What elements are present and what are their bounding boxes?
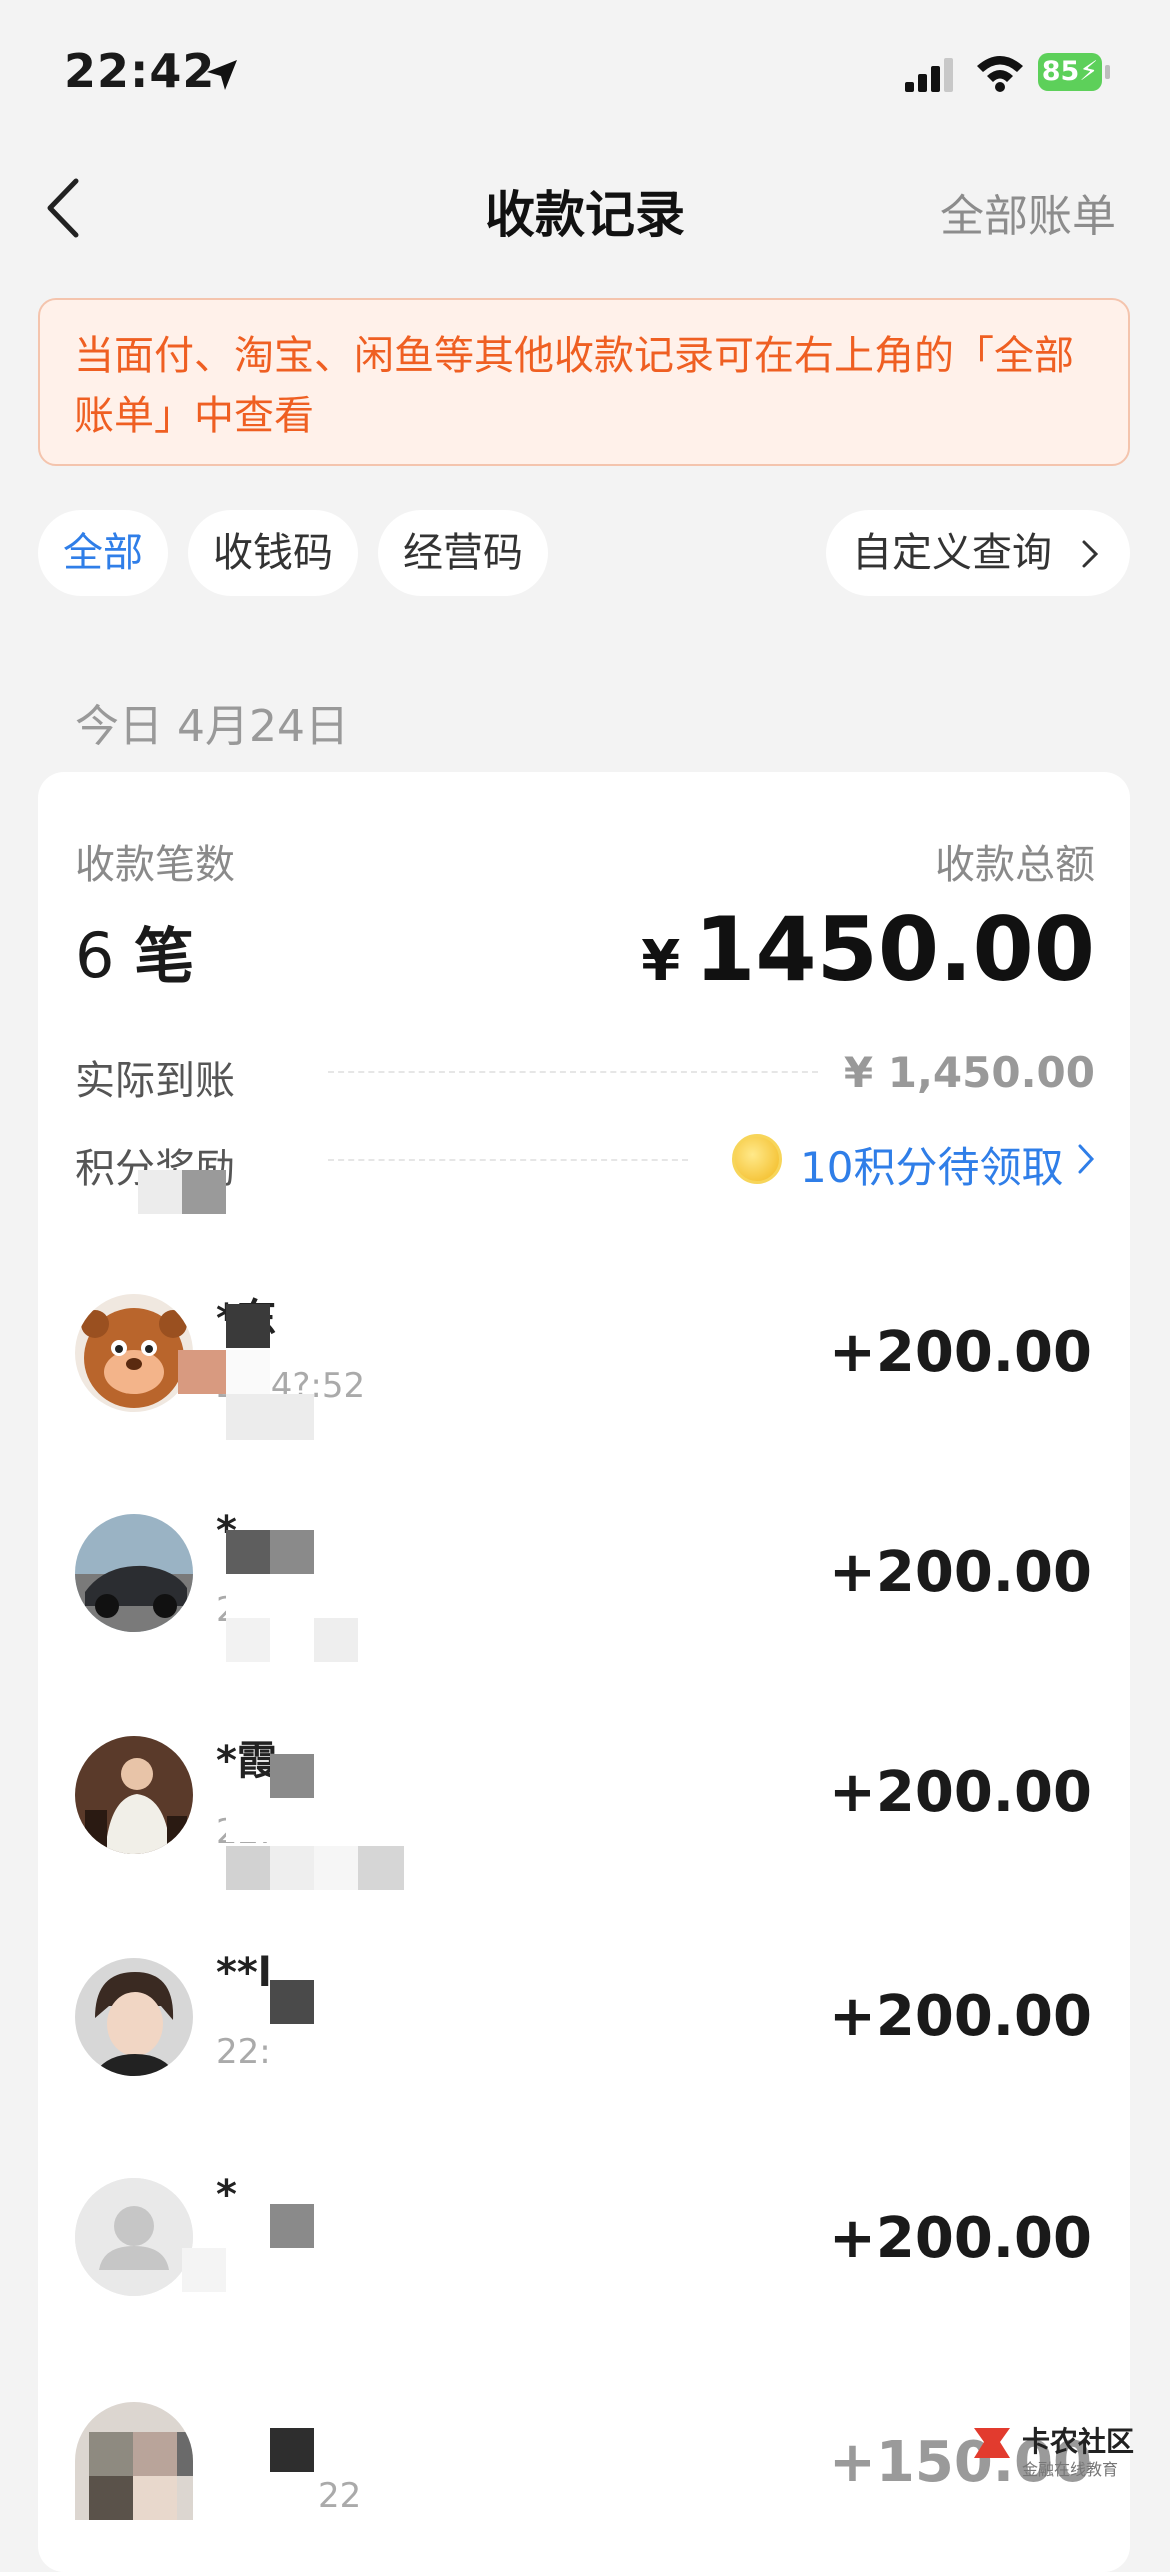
- avatar[interactable]: [75, 1958, 193, 2076]
- watermark-title: 卡农社区: [1022, 2425, 1135, 2458]
- custom-query-button[interactable]: 自定义查询: [826, 510, 1130, 596]
- mosaic-censor: [270, 1754, 314, 1798]
- mosaic-censor: [226, 1530, 270, 1574]
- mosaic-censor: [226, 2248, 358, 2292]
- selfie-avatar-icon: [75, 1958, 193, 2076]
- mosaic-censor: [182, 2248, 226, 2292]
- mosaic-censor: [226, 1798, 292, 1842]
- mosaic-censor: [226, 1846, 270, 1890]
- cellular-signal-icon: [905, 58, 953, 92]
- avatar[interactable]: [75, 1514, 193, 1632]
- total-amount: 1450.00: [694, 898, 1095, 1001]
- mosaic-censor: [226, 1350, 270, 1394]
- location-arrow-icon: [207, 60, 237, 90]
- divider-dashed: [328, 1159, 688, 1161]
- mosaic-censor: [178, 1350, 226, 1394]
- mosaic-censor: [358, 1846, 404, 1890]
- all-bills-link[interactable]: 全部账单: [940, 180, 1116, 244]
- mosaic-censor: [226, 1574, 336, 1618]
- mosaic-censor: [226, 1618, 270, 1662]
- payment-amount: +200.00: [828, 1540, 1092, 1605]
- filter-chip-all[interactable]: 全部: [38, 510, 168, 596]
- payer-name: *: [216, 2172, 237, 2218]
- payment-amount: +200.00: [828, 1984, 1092, 2049]
- mosaic-censor: [226, 1304, 270, 1348]
- mosaic-censor: [270, 2428, 314, 2472]
- count-unit: 笔: [134, 922, 195, 992]
- payer-name: *霞: [216, 1738, 277, 1784]
- total-label: 收款总额: [935, 842, 1095, 888]
- mosaic-censor: [314, 1846, 358, 1890]
- claim-points-link[interactable]: 10积分待领取: [800, 1134, 1063, 1195]
- wifi-icon: [977, 56, 1023, 92]
- default-user-avatar-icon: [75, 2178, 193, 2296]
- car-photo-avatar-icon: [75, 1514, 193, 1632]
- payment-amount: +200.00: [828, 1760, 1092, 1825]
- avatar[interactable]: [75, 2402, 193, 2520]
- mosaic-censor: [226, 1394, 314, 1440]
- avatar[interactable]: [75, 2178, 193, 2296]
- watermark-logo-icon: [974, 2428, 1010, 2458]
- actual-received-value: ¥ 1,450.00: [843, 1048, 1095, 1097]
- watermark-subtitle: 金融在线教育: [1022, 2460, 1119, 2479]
- back-chevron-icon[interactable]: [40, 175, 90, 241]
- person-photo-avatar-icon: [75, 1736, 193, 1854]
- currency-symbol: ¥: [641, 929, 681, 994]
- battery-nub: [1105, 65, 1110, 79]
- notice-banner: 当面付、淘宝、闲鱼等其他收款记录可在右上角的「全部账单」中查看: [38, 298, 1130, 466]
- payment-amount: +200.00: [828, 1320, 1092, 1385]
- chevron-right-icon[interactable]: [1076, 1142, 1096, 1176]
- filter-chip-business-code[interactable]: 经营码: [378, 510, 548, 596]
- avatar[interactable]: [75, 1736, 193, 1854]
- custom-query-label: 自定义查询: [852, 530, 1052, 576]
- count-number: 6: [75, 919, 115, 992]
- mosaic-censor: [270, 2204, 314, 2248]
- points-coin-icon: [732, 1134, 782, 1184]
- battery-indicator: 85⚡: [1038, 53, 1102, 91]
- mosaic-censor: [270, 1846, 314, 1890]
- chevron-right-icon: [1082, 540, 1099, 568]
- mosaic-censor: [270, 2024, 358, 2068]
- mosaic-censor: [182, 1170, 226, 1214]
- payer-name: **l: [216, 1950, 272, 1996]
- filter-chip-qr-code[interactable]: 收钱码: [188, 510, 358, 596]
- payment-time: 22: [318, 2476, 362, 2516]
- date-section-label: 今日 4月24日: [75, 701, 349, 752]
- mosaic-avatar-icon: [75, 2402, 193, 2520]
- community-watermark: 卡农社区 金融在线教育: [970, 2420, 1134, 2479]
- actual-received-label: 实际到账: [75, 1058, 235, 1104]
- count-value: 6 笔: [75, 908, 194, 995]
- mosaic-censor: [314, 1618, 358, 1662]
- cartoon-bear-avatar-icon: [75, 1294, 193, 1412]
- records-card: [38, 772, 1130, 2572]
- payment-amount: +200.00: [828, 2206, 1092, 2271]
- count-label: 收款笔数: [75, 842, 235, 888]
- mosaic-censor: [270, 1530, 314, 1574]
- total-value: ¥1450.00: [641, 898, 1095, 1001]
- mosaic-censor: [270, 1980, 314, 2024]
- status-time: 22:42: [64, 44, 216, 98]
- avatar[interactable]: [75, 1294, 193, 1412]
- divider-dashed: [328, 1071, 818, 1073]
